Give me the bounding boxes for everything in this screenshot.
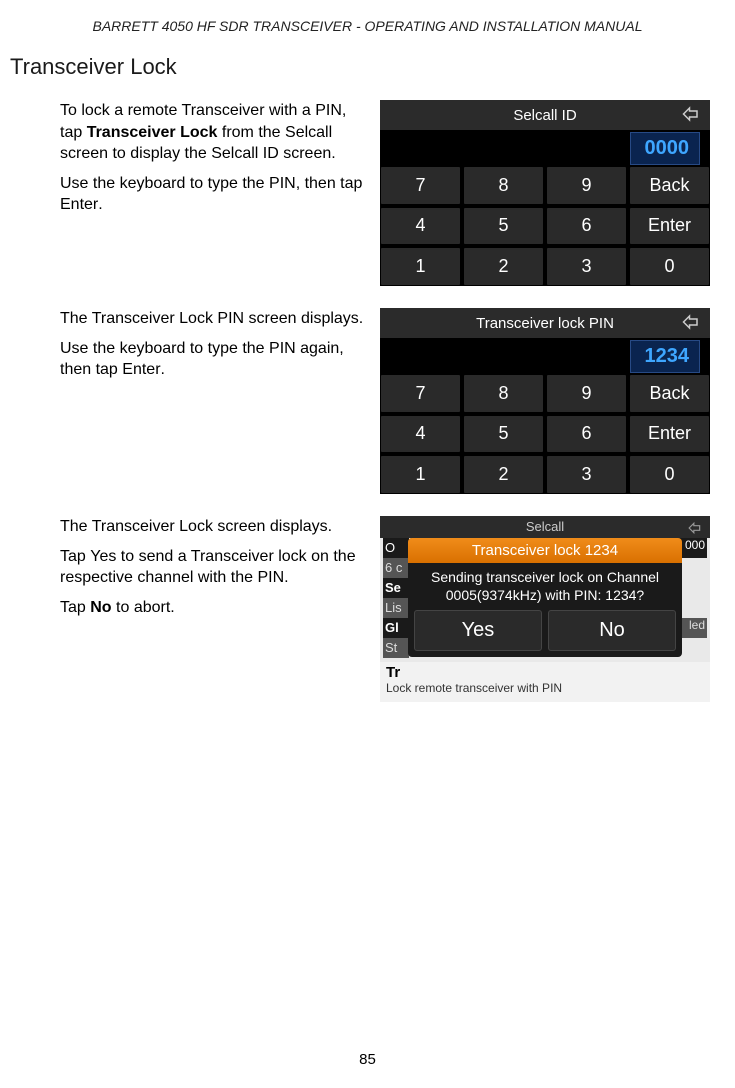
key-enter[interactable]: Enter xyxy=(630,416,709,453)
text: Use the keyboard to type the PIN again, … xyxy=(60,340,344,379)
bg-text: O xyxy=(383,538,409,558)
back-arrow-icon[interactable] xyxy=(682,105,700,123)
key-3[interactable]: 3 xyxy=(547,456,626,493)
key-0[interactable]: 0 xyxy=(630,248,709,285)
instruction-text-3: The Transceiver Lock screen displays. Ta… xyxy=(60,516,370,702)
screen-title: Transceiver lock PIN xyxy=(476,315,614,332)
text: . xyxy=(161,361,165,378)
back-arrow-icon[interactable] xyxy=(688,520,702,534)
text: to abort. xyxy=(112,599,175,616)
bg-header: Selcall xyxy=(380,516,710,538)
screenshot-confirm: Selcall O 6 c Se Lis Gl St 000 led xyxy=(380,516,710,702)
key-2[interactable]: 2 xyxy=(464,456,543,493)
back-arrow-icon[interactable] xyxy=(682,313,700,331)
key-1[interactable]: 1 xyxy=(381,248,460,285)
instruction-text-1: To lock a remote Transceiver with a PIN,… xyxy=(60,100,370,286)
no-button[interactable]: No xyxy=(548,610,676,651)
confirm-dialog: Transceiver lock 1234 Sending transceive… xyxy=(408,538,682,657)
text: . xyxy=(98,196,102,213)
bottom-desc: Lock remote transceiver with PIN xyxy=(386,681,562,695)
ui-term-enter: Enter xyxy=(122,361,160,378)
key-5[interactable]: 5 xyxy=(464,416,543,453)
screenshot-selcall-id: Selcall ID 0000 7 8 9 Back 4 5 6 Enter xyxy=(380,100,710,286)
bg-text: St xyxy=(383,638,409,658)
key-5[interactable]: 5 xyxy=(464,208,543,245)
key-4[interactable]: 4 xyxy=(381,208,460,245)
bottom-label: Tr xyxy=(386,664,400,681)
key-enter[interactable]: Enter xyxy=(630,208,709,245)
key-back[interactable]: Back xyxy=(630,375,709,412)
text: Tap xyxy=(60,599,90,616)
keypad-screen-2: Transceiver lock PIN 1234 7 8 9 Back 4 5… xyxy=(380,308,710,494)
instruction-text-2: The Transceiver Lock PIN screen displays… xyxy=(60,308,370,494)
page-number: 85 xyxy=(0,1051,735,1068)
key-7[interactable]: 7 xyxy=(381,375,460,412)
key-1[interactable]: 1 xyxy=(381,456,460,493)
document-header: BARRETT 4050 HF SDR TRANSCEIVER - OPERAT… xyxy=(0,0,735,42)
screenshot-lock-pin: Transceiver lock PIN 1234 7 8 9 Back 4 5… xyxy=(380,308,710,494)
key-6[interactable]: 6 xyxy=(547,208,626,245)
key-0[interactable]: 0 xyxy=(630,456,709,493)
bg-text: Gl xyxy=(383,618,409,638)
bg-text: Lis xyxy=(383,598,409,618)
bg-text: 6 c xyxy=(383,558,409,578)
bg-title: Selcall xyxy=(526,519,564,534)
screen-header: Transceiver lock PIN xyxy=(380,308,710,338)
instruction-block-1: To lock a remote Transceiver with a PIN,… xyxy=(60,100,705,286)
key-4[interactable]: 4 xyxy=(381,416,460,453)
pin-value: 0000 xyxy=(630,132,700,165)
key-8[interactable]: 8 xyxy=(464,375,543,412)
key-back[interactable]: Back xyxy=(630,167,709,204)
ui-term-yes: Yes xyxy=(90,548,116,565)
key-9[interactable]: 9 xyxy=(547,375,626,412)
ui-term-transceiver-lock: Transceiver Lock xyxy=(87,124,218,141)
dialog-title: Transceiver lock 1234 xyxy=(408,538,682,563)
content-area: To lock a remote Transceiver with a PIN,… xyxy=(0,100,735,702)
keypad-grid: 7 8 9 Back 4 5 6 Enter 1 2 3 0 xyxy=(380,374,710,494)
instruction-block-2: The Transceiver Lock PIN screen displays… xyxy=(60,308,705,494)
bg-text: Se xyxy=(383,578,409,598)
key-8[interactable]: 8 xyxy=(464,167,543,204)
instruction-block-3: The Transceiver Lock screen displays. Ta… xyxy=(60,516,705,702)
section-title: Transceiver Lock xyxy=(0,42,735,100)
bottom-hint: Tr Lock remote transceiver with PIN xyxy=(380,662,710,702)
text: Tap xyxy=(60,548,90,565)
ui-term-no: No xyxy=(90,599,111,616)
key-3[interactable]: 3 xyxy=(547,248,626,285)
keypad-screen-1: Selcall ID 0000 7 8 9 Back 4 5 6 Enter xyxy=(380,100,710,286)
key-9[interactable]: 9 xyxy=(547,167,626,204)
screen-header: Selcall ID xyxy=(380,100,710,130)
dialog-body: Sending transceiver lock on Channel 0005… xyxy=(408,563,682,610)
key-6[interactable]: 6 xyxy=(547,416,626,453)
screen-title: Selcall ID xyxy=(513,107,576,124)
text: The Transceiver Lock PIN screen displays… xyxy=(60,308,370,330)
confirm-screen: Selcall O 6 c Se Lis Gl St 000 led xyxy=(380,516,710,702)
pin-value: 1234 xyxy=(630,340,700,373)
keypad-grid: 7 8 9 Back 4 5 6 Enter 1 2 3 0 xyxy=(380,166,710,286)
pin-display: 1234 xyxy=(380,338,710,374)
pin-display: 0000 xyxy=(380,130,710,166)
key-2[interactable]: 2 xyxy=(464,248,543,285)
ui-term-enter: Enter xyxy=(60,196,98,213)
yes-button[interactable]: Yes xyxy=(414,610,542,651)
text: The Transceiver Lock screen displays. xyxy=(60,516,370,538)
bg-left-strip: O 6 c Se Lis Gl St xyxy=(383,538,409,658)
key-7[interactable]: 7 xyxy=(381,167,460,204)
text: Use the keyboard to type the PIN, then t… xyxy=(60,175,362,192)
dialog-buttons: Yes No xyxy=(408,610,682,657)
